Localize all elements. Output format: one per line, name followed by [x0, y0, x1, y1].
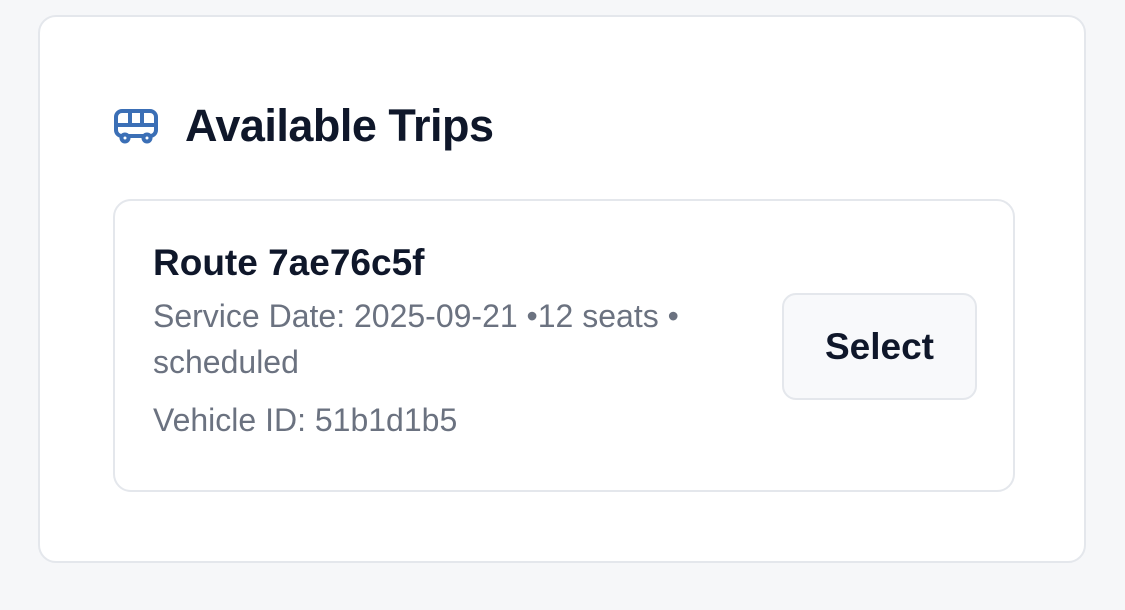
- select-trip-button[interactable]: Select: [782, 293, 977, 400]
- trip-card: Route 7ae76c5f Service Date: 2025-09-21 …: [113, 199, 1015, 492]
- separator: •: [526, 298, 538, 334]
- trip-meta: Service Date: 2025-09-21 •12 seats • sche…: [153, 293, 753, 385]
- trip-info: Route 7ae76c5f Service Date: 2025-09-21 …: [153, 241, 753, 443]
- panel-header: Available Trips: [113, 100, 494, 151]
- available-trips-panel: Available Trips Route 7ae76c5f Service D…: [38, 15, 1086, 563]
- seat-count: 12 seats: [537, 298, 659, 334]
- vehicle-id: Vehicle ID: 51b1d1b5: [153, 402, 458, 438]
- separator: •: [667, 298, 679, 334]
- trip-status: scheduled: [153, 344, 299, 380]
- bus-icon: [113, 108, 159, 144]
- service-date: Service Date: 2025-09-21: [153, 298, 518, 334]
- page-title: Available Trips: [185, 100, 494, 151]
- trip-route-label: Route 7ae76c5f: [153, 242, 425, 283]
